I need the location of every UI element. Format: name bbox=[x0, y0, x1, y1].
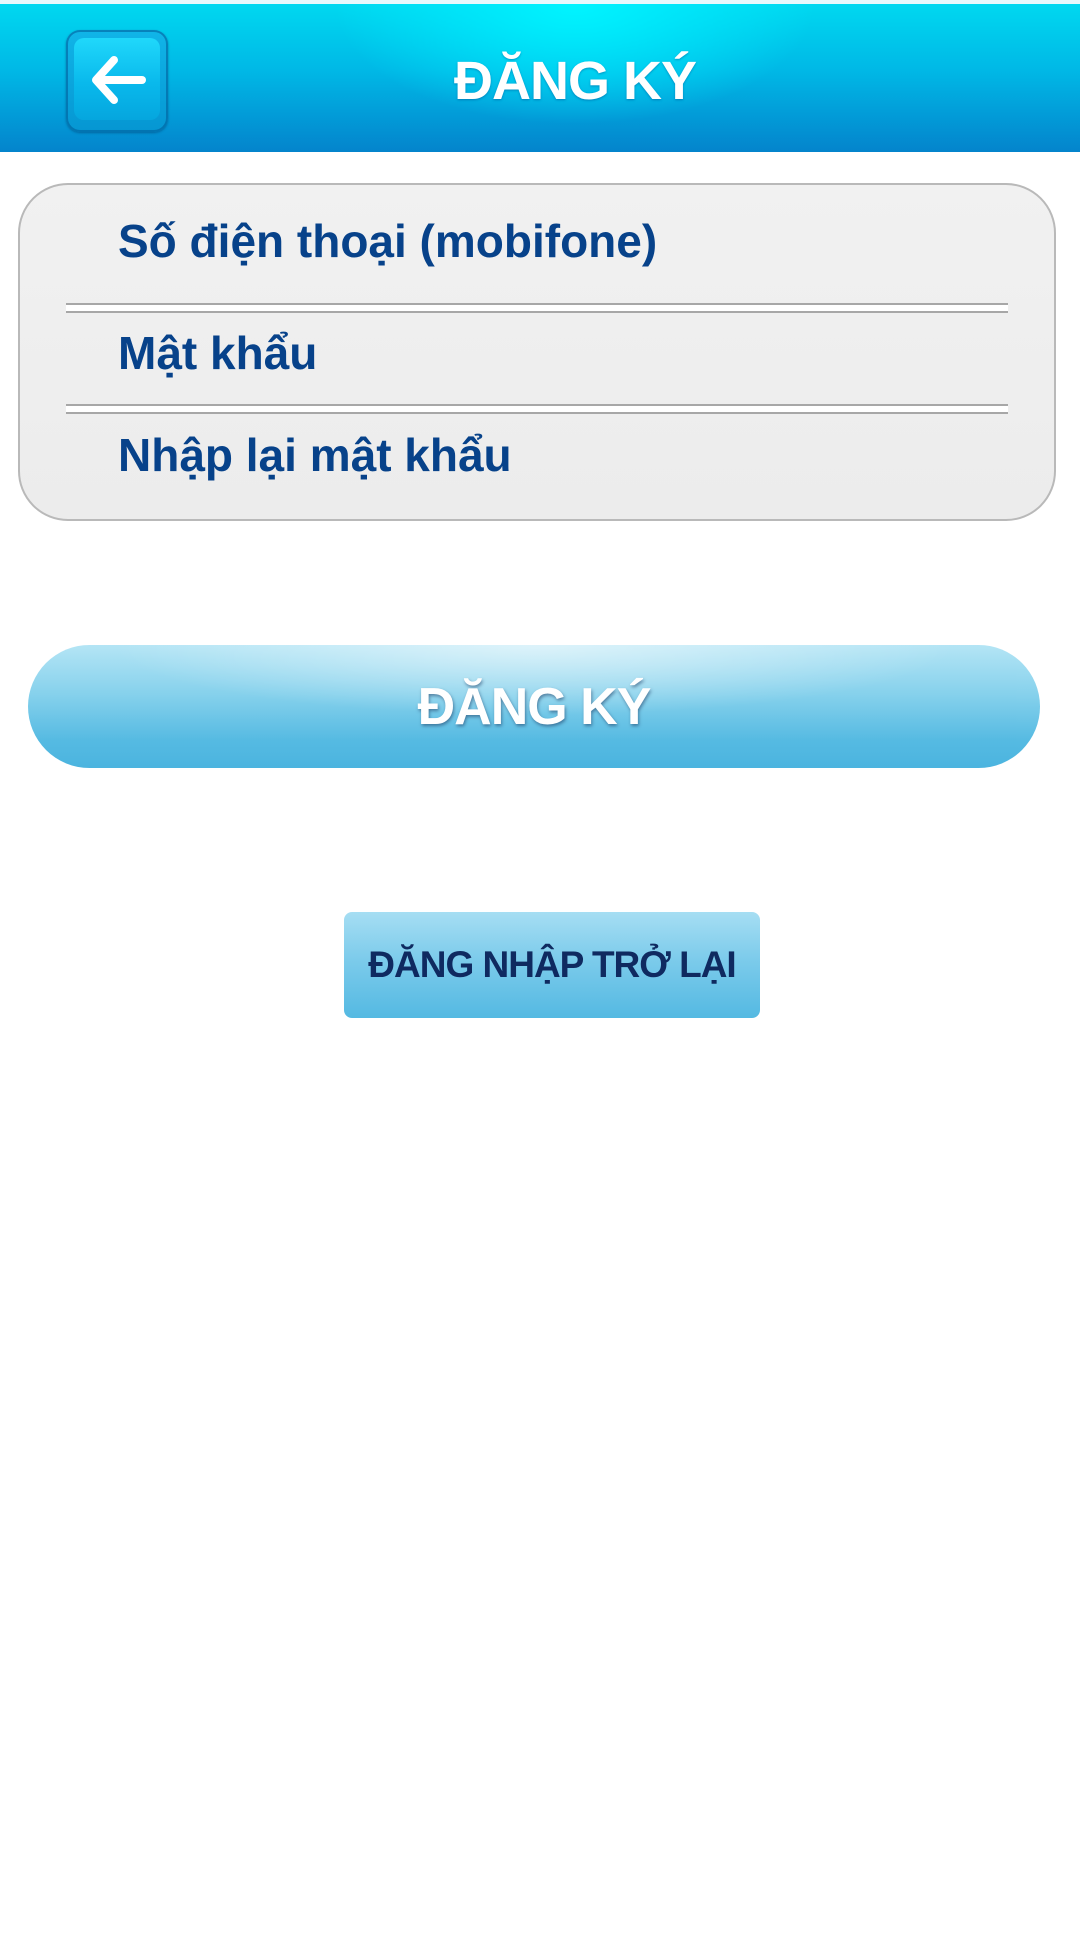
page-title: ĐĂNG KÝ bbox=[453, 51, 697, 111]
login-back-button-label: ĐĂNG NHẬP TRỞ LẠI bbox=[368, 944, 736, 985]
register-button[interactable]: ĐĂNG KÝ bbox=[28, 645, 1040, 768]
field-divider bbox=[66, 303, 1008, 313]
register-button-label: ĐĂNG KÝ bbox=[417, 678, 652, 736]
back-button-face bbox=[74, 38, 160, 120]
arrow-left-icon bbox=[92, 56, 146, 104]
app-header: ĐĂNG KÝ bbox=[0, 0, 1080, 152]
back-button[interactable] bbox=[66, 30, 168, 132]
password-input[interactable]: Mật khẩu bbox=[118, 325, 998, 381]
field-divider bbox=[66, 404, 1008, 414]
phone-number-input[interactable]: Số điện thoại (mobifone) bbox=[118, 213, 998, 269]
login-back-button[interactable]: ĐĂNG NHẬP TRỞ LẠI bbox=[344, 912, 760, 1018]
registration-form: Số điện thoại (mobifone) Mật khẩu Nhập l… bbox=[18, 183, 1056, 521]
confirm-password-input[interactable]: Nhập lại mật khẩu bbox=[118, 427, 998, 483]
